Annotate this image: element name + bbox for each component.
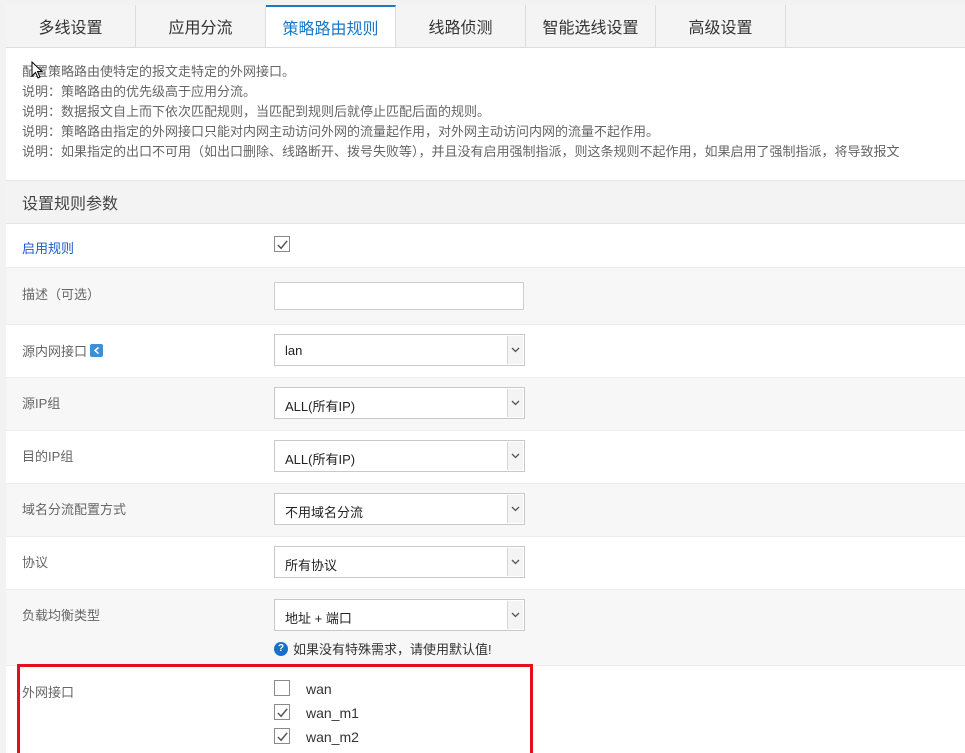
note-line: 说明：数据报文自上而下依次匹配规则，当匹配到规则后就停止匹配后面的规则。 [22,104,491,119]
load-balance-label: 负载均衡类型 [22,608,101,623]
protocol-select[interactable]: 所有协议 [274,546,525,578]
description-input[interactable] [274,282,524,310]
note-line: 配置策略路由使特定的报文走特定的外网接口。 [22,64,296,79]
checkmark-icon [276,239,288,249]
chevron-down-icon [507,495,523,523]
source-ip-select[interactable]: ALL(所有IP) [274,387,525,419]
mouse-pointer-icon [31,61,43,79]
main-content: 配置策略路由使特定的报文走特定的外网接口。 说明：策略路由的优先级高于应用分流。… [6,48,965,753]
tab-line-detection[interactable]: 线路侦测 [396,5,526,47]
domain-diversion-label: 域名分流配置方式 [22,502,127,517]
chevron-down-icon [507,442,523,470]
highlight-box [17,664,533,753]
protocol-label: 协议 [22,555,49,570]
source-interface-select[interactable]: lan [274,334,525,366]
source-interface-label-wrap: 源内网接口 [22,341,104,360]
protocol-value: 所有协议 [285,558,338,573]
tab-app-diversion[interactable]: 应用分流 [136,5,266,47]
source-ip-label: 源IP组 [22,396,61,411]
domain-diversion-value: 不用域名分流 [285,505,364,520]
question-icon: ? [274,641,288,656]
enable-rule-checkbox[interactable] [274,236,290,252]
source-ip-value: ALL(所有IP) [285,399,356,414]
row-source-ip: 源IP组 ALL(所有IP) [6,378,965,431]
arrow-left-icon[interactable] [90,344,104,357]
note-line: 说明：策略路由的优先级高于应用分流。 [22,84,257,99]
domain-diversion-select[interactable]: 不用域名分流 [274,493,525,525]
row-source-interface: 源内网接口 lan [6,325,965,378]
tab-multiline-settings[interactable]: 多线设置 [6,5,136,47]
load-balance-value: 地址 + 端口 [285,611,352,626]
row-enable-rule: 启用规则 [6,223,965,268]
destination-ip-label: 目的IP组 [22,449,74,464]
description-label: 描述（可选） [22,287,101,302]
chevron-down-icon [507,389,523,417]
chevron-down-icon [507,548,523,576]
notes-block: 配置策略路由使特定的报文走特定的外网接口。 说明：策略路由的优先级高于应用分流。… [6,48,965,162]
note-line: 说明：策略路由指定的外网接口只能对内网主动访问外网的流量起作用，对外网主动访问内… [22,124,660,139]
destination-ip-value: ALL(所有IP) [285,452,356,467]
source-interface-label: 源内网接口 [22,344,88,359]
destination-ip-select[interactable]: ALL(所有IP) [274,440,525,472]
enable-rule-label: 启用规则 [22,241,75,256]
tab-advanced-settings[interactable]: 高级设置 [656,5,786,47]
tab-policy-routing-rules[interactable]: 策略路由规则 [266,5,396,47]
row-domain-diversion: 域名分流配置方式 不用域名分流 [6,484,965,537]
row-protocol: 协议 所有协议 [6,537,965,590]
row-description: 描述（可选） [6,268,965,325]
load-balance-hint: ? 如果没有特殊需求，请使用默认值! [274,639,492,658]
tab-smart-line-selection[interactable]: 智能选线设置 [526,5,656,47]
note-line: 说明：如果指定的出口不可用（如出口删除、线路断开、拨号失败等），并且没有启用强制… [22,144,900,159]
load-balance-select[interactable]: 地址 + 端口 [274,599,525,631]
source-interface-value: lan [285,343,303,358]
chevron-down-icon [507,336,523,364]
section-title: 设置规则参数 [6,180,965,224]
chevron-down-icon [507,601,523,629]
row-load-balance: 负载均衡类型 地址 + 端口 ? 如果没有特殊需求，请使用默认值! [6,590,965,666]
row-destination-ip: 目的IP组 ALL(所有IP) [6,431,965,484]
tab-bar: 多线设置 应用分流 策略路由规则 线路侦测 智能选线设置 高级设置 [6,5,965,48]
load-balance-hint-text: 如果没有特殊需求，请使用默认值! [293,642,492,657]
